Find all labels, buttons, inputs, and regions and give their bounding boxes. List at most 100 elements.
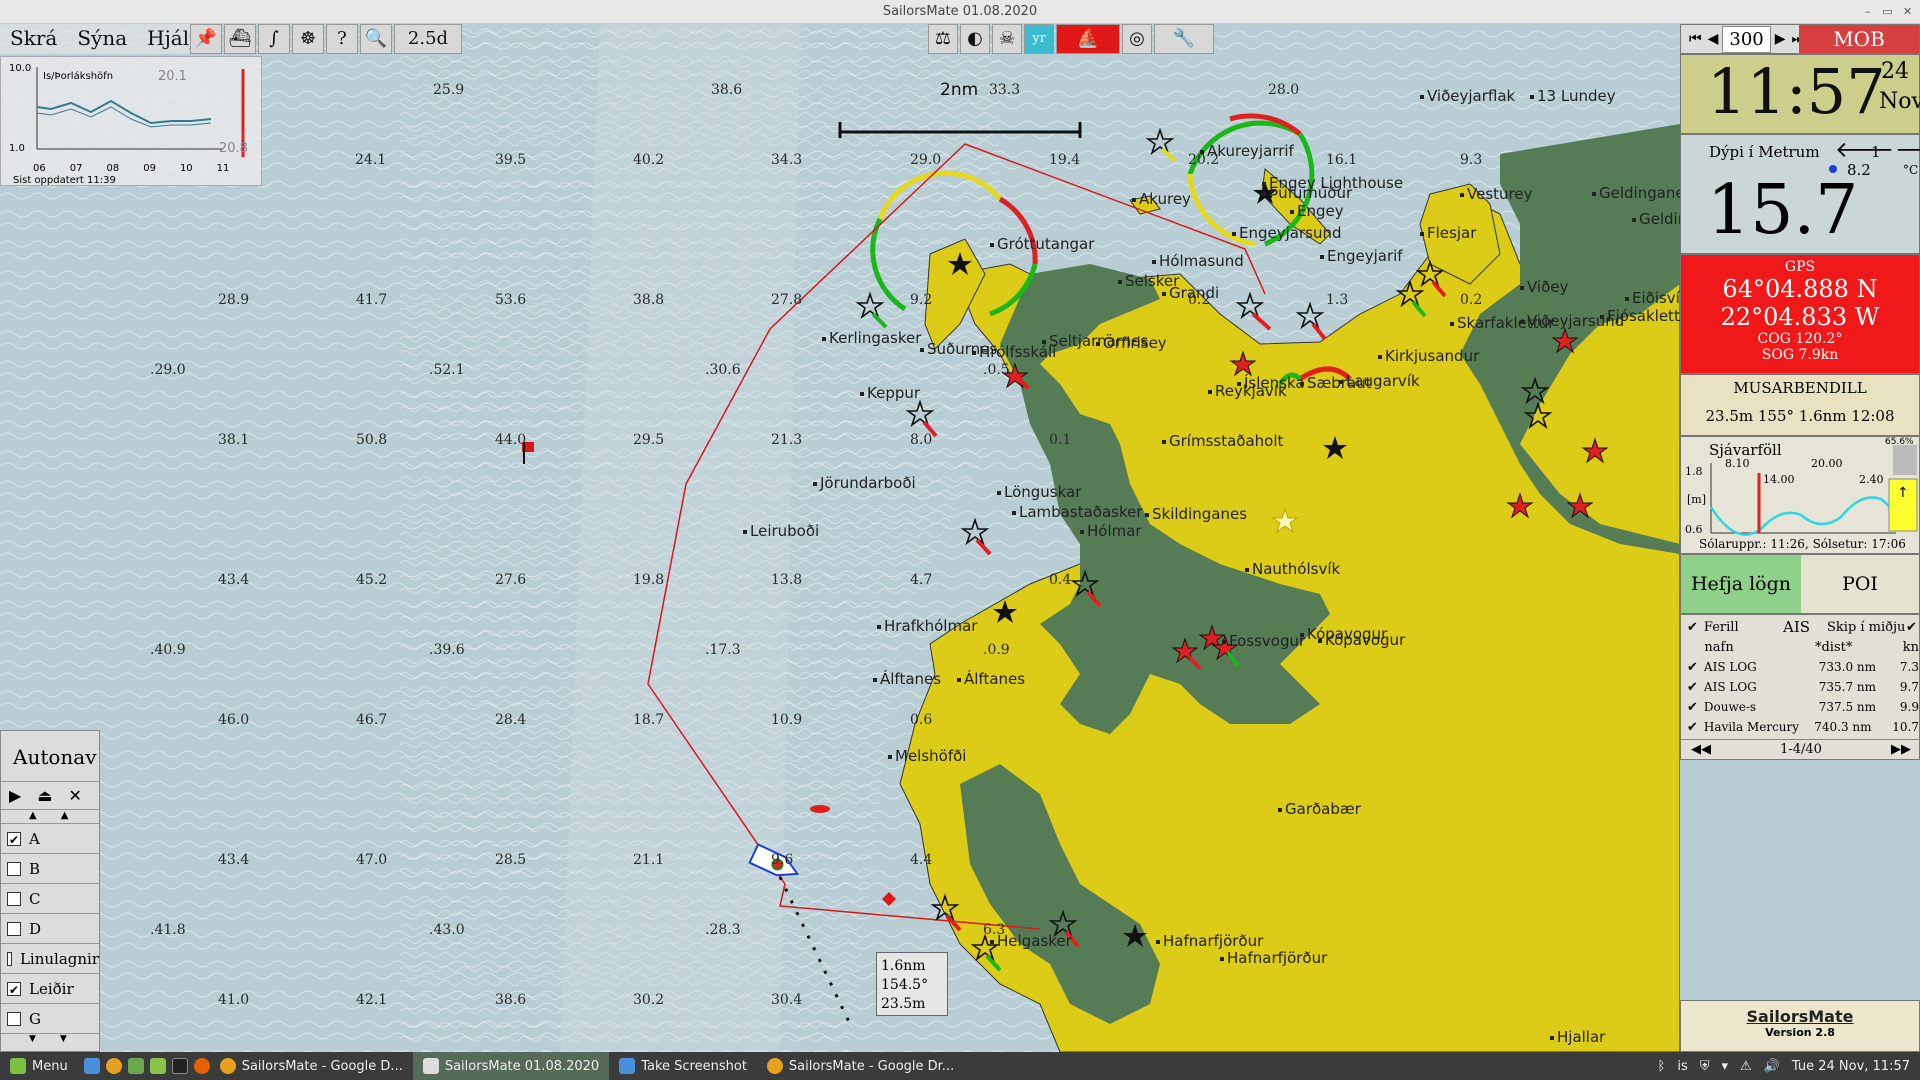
autonav-item-label: D: [29, 919, 42, 938]
scroll-down-icon[interactable]: ▼: [60, 1034, 67, 1044]
checkbox[interactable]: [7, 921, 21, 936]
scale-label: 2nm: [940, 80, 979, 100]
trail-check-icon[interactable]: ✔: [1687, 620, 1698, 635]
place-name: Viðeyjarflak: [1420, 87, 1515, 105]
ais-row[interactable]: ✔ Havila Mercury 740.3 nm 10.7: [1681, 717, 1919, 737]
checkbox[interactable]: ✔: [7, 981, 21, 997]
task-chrome-1[interactable]: SailorsMate - Google D...: [210, 1052, 413, 1080]
col-kn[interactable]: kn: [1903, 640, 1919, 655]
arrow-right-icon[interactable]: 🡒: [1895, 137, 1920, 163]
terminal-icon[interactable]: [171, 1058, 188, 1074]
window-title: SailorsMate 01.08.2020: [882, 4, 1038, 19]
start-log-button[interactable]: Hefja lögn: [1681, 555, 1801, 613]
depth-sounding: .40.9: [150, 642, 186, 658]
first-icon[interactable]: ⏮: [1689, 31, 1702, 47]
helm-tool-button[interactable]: ☸: [292, 24, 324, 54]
volume-icon[interactable]: 🔊: [1764, 1059, 1780, 1074]
keyboard-layout-label[interactable]: is: [1677, 1059, 1687, 1074]
checkbox[interactable]: [7, 861, 21, 876]
route-red-button[interactable]: ⛵: [1056, 24, 1120, 54]
zoom-icon[interactable]: 🔍: [360, 24, 392, 54]
pirate-icon[interactable]: ☠: [992, 24, 1022, 54]
prev-icon[interactable]: ◀: [1708, 31, 1719, 47]
checkbox[interactable]: [7, 1011, 21, 1026]
weather-yr-icon[interactable]: yr: [1024, 24, 1054, 54]
checkbox[interactable]: [7, 951, 12, 966]
autonav-item[interactable]: B: [1, 853, 99, 883]
autonav-item[interactable]: C: [1, 883, 99, 913]
depth-sounding: 38.1: [218, 432, 250, 448]
center-check-icon[interactable]: ✔: [1906, 620, 1917, 635]
mob-button[interactable]: MOB: [1799, 25, 1919, 53]
play-icon[interactable]: ▶: [9, 786, 21, 805]
trail-label: Ferill: [1703, 619, 1739, 635]
place-name: Gróttutangar: [990, 235, 1094, 253]
shield-icon[interactable]: ⛨: [1700, 1059, 1710, 1074]
col-dist[interactable]: *dist*: [1815, 640, 1897, 655]
checkbox[interactable]: ✔: [7, 831, 21, 847]
ais-check-icon[interactable]: ✔: [1687, 720, 1698, 735]
tide-mini-val-top: 20.1: [158, 69, 187, 84]
chrome-icon[interactable]: [105, 1058, 122, 1074]
task-chrome-2[interactable]: SailorsMate - Google Dr...: [757, 1052, 964, 1080]
minimize-icon[interactable]: –: [1860, 4, 1875, 19]
ship-tool-button[interactable]: ⛴: [224, 24, 256, 54]
autonav-item[interactable]: ✔ A: [1, 823, 99, 853]
depth-sounding: .41.8: [150, 922, 186, 938]
ais-row[interactable]: ✔ AIS LOG 733.0 nm 7.3: [1681, 657, 1919, 677]
upload-icon[interactable]: ⏏: [37, 786, 52, 805]
ais-check-icon[interactable]: ✔: [1687, 700, 1698, 715]
route-tool-button[interactable]: ∫: [258, 24, 290, 54]
ais-next-icon[interactable]: ▶▶: [1891, 742, 1911, 757]
gps-latitude: 64°04.888 N: [1722, 275, 1878, 303]
pin-tool-button[interactable]: 📌: [190, 24, 222, 54]
scroll-down-icon[interactable]: ▼: [29, 1034, 36, 1044]
maximize-icon[interactable]: ▭: [1880, 4, 1895, 19]
ais-check-icon[interactable]: ✔: [1687, 660, 1698, 675]
autonav-item[interactable]: ✔ Leiðir: [1, 973, 99, 1003]
ais-row[interactable]: ✔ AIS LOG 735.7 nm 9.7: [1681, 677, 1919, 697]
bluetooth-icon[interactable]: ᛒ: [1658, 1059, 1666, 1074]
scroll-up-icon[interactable]: ▲: [29, 810, 37, 823]
task-screenshot[interactable]: Take Screenshot: [609, 1052, 757, 1080]
next-icon[interactable]: ▶: [1775, 31, 1786, 47]
help-tool-button[interactable]: ?: [326, 24, 358, 54]
files-icon[interactable]: [127, 1058, 144, 1074]
col-name[interactable]: nafn: [1704, 640, 1809, 655]
clock-time: 11:57: [1707, 55, 1886, 128]
firefox-icon[interactable]: [193, 1058, 210, 1074]
menu-view[interactable]: Sýna: [67, 24, 138, 54]
autonav-item[interactable]: G: [1, 1003, 99, 1033]
task-sailorsmate[interactable]: SailorsMate 01.08.2020: [412, 1052, 610, 1080]
ais-row[interactable]: ✔ Douwe-s 737.5 nm 9.9: [1681, 697, 1919, 717]
place-name: Þúfurnúður: [1262, 184, 1352, 202]
ais-kn: 9.7: [1899, 680, 1919, 694]
warning-icon[interactable]: ⚠: [1740, 1059, 1752, 1074]
settings-wrench-icon[interactable]: 🔧: [1154, 24, 1214, 54]
scale-value[interactable]: 300: [1722, 25, 1771, 53]
start-menu-button[interactable]: Menu: [0, 1052, 78, 1080]
scales-icon[interactable]: ⚖: [928, 24, 958, 54]
depth-sounding: 41.0: [218, 992, 250, 1008]
ais-check-icon[interactable]: ✔: [1687, 680, 1698, 695]
autonav-item[interactable]: Linulagnir: [1, 943, 99, 973]
arrow-left-icon[interactable]: 🡐: [1835, 137, 1894, 163]
wifi-icon[interactable]: ▾: [1722, 1059, 1729, 1074]
logo-name: SailorsMate: [1746, 1007, 1854, 1026]
clock-label[interactable]: Tue 24 Nov, 11:57: [1792, 1059, 1910, 1074]
place-name: Engey: [1290, 202, 1344, 220]
target-icon[interactable]: ◎: [1122, 24, 1152, 54]
view-mode-button[interactable]: 2.5d: [394, 24, 462, 54]
ais-prev-icon[interactable]: ◀◀: [1691, 742, 1711, 757]
day-night-icon[interactable]: ◐: [960, 24, 990, 54]
autonav-item[interactable]: D: [1, 913, 99, 943]
scroll-up-icon[interactable]: ▲: [61, 810, 69, 823]
camera-icon[interactable]: [83, 1058, 100, 1074]
poi-button[interactable]: POI: [1801, 555, 1919, 613]
checkbox[interactable]: [7, 891, 21, 906]
folder-icon[interactable]: [149, 1058, 166, 1074]
close-x-icon[interactable]: ✕: [68, 786, 81, 805]
ais-list: ✔ Ferill AIS Skip í miðju ✔ nafn *dist* …: [1680, 614, 1920, 760]
close-icon[interactable]: ✕: [1900, 4, 1915, 19]
menu-file[interactable]: Skrá: [0, 24, 68, 54]
